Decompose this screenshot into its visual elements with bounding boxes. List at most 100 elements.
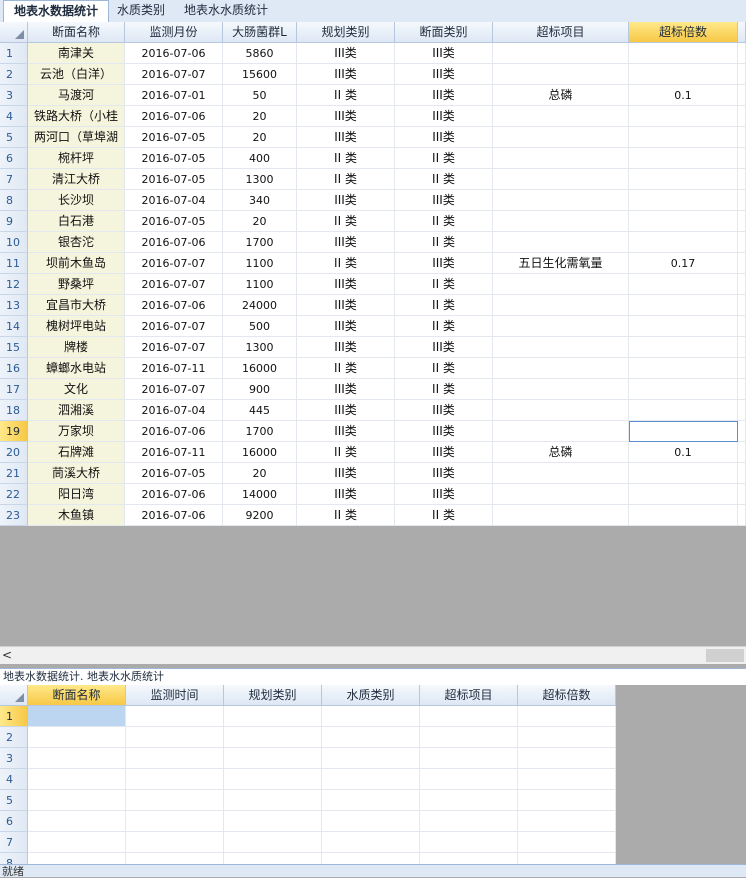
select-all-corner[interactable] — [0, 685, 28, 706]
row-number[interactable]: 21 — [0, 463, 28, 484]
table-cell[interactable] — [493, 232, 629, 253]
table-cell[interactable]: III类 — [395, 421, 493, 442]
table-cell[interactable]: III类 — [297, 316, 395, 337]
table-cell[interactable]: 20 — [223, 463, 297, 484]
table-cell[interactable] — [629, 505, 738, 526]
table-cell[interactable]: 50 — [223, 85, 297, 106]
table-cell[interactable] — [493, 505, 629, 526]
table-cell[interactable]: 2016-07-07 — [125, 379, 223, 400]
table-cell[interactable] — [493, 379, 629, 400]
tab-surface-water-stats[interactable]: 地表水数据统计 — [3, 0, 109, 22]
table-cell[interactable]: III类 — [297, 232, 395, 253]
column-header[interactable]: 水质类别 — [322, 685, 420, 706]
table-cell[interactable]: 2016-07-07 — [125, 253, 223, 274]
row-number[interactable]: 6 — [0, 811, 28, 832]
table-cell[interactable]: 宜昌市大桥 — [28, 295, 125, 316]
table-cell[interactable]: 5860 — [223, 43, 297, 64]
column-header[interactable]: 超标项目 — [420, 685, 518, 706]
table-cell[interactable]: III类 — [395, 85, 493, 106]
table-cell[interactable]: 南津关 — [28, 43, 125, 64]
row-number[interactable]: 7 — [0, 169, 28, 190]
table-cell[interactable] — [629, 169, 738, 190]
table-cell[interactable]: 16000 — [223, 358, 297, 379]
row-number[interactable]: 5 — [0, 127, 28, 148]
table-cell[interactable] — [420, 748, 518, 769]
table-cell[interactable]: II 类 — [395, 274, 493, 295]
table-cell[interactable] — [420, 811, 518, 832]
table-cell[interactable] — [493, 148, 629, 169]
table-cell[interactable] — [224, 769, 322, 790]
table-cell[interactable]: 总磷 — [493, 442, 629, 463]
table-cell[interactable]: III类 — [395, 106, 493, 127]
table-cell[interactable] — [420, 769, 518, 790]
table-cell[interactable]: II 类 — [395, 295, 493, 316]
table-cell[interactable]: 牌楼 — [28, 337, 125, 358]
table-cell[interactable]: 2016-07-07 — [125, 337, 223, 358]
table-cell[interactable]: 银杏沱 — [28, 232, 125, 253]
table-cell[interactable]: II 类 — [395, 358, 493, 379]
table-cell[interactable]: 900 — [223, 379, 297, 400]
table-cell[interactable]: III类 — [297, 106, 395, 127]
table-cell[interactable]: 总磷 — [493, 85, 629, 106]
table-cell[interactable] — [493, 421, 629, 442]
row-number[interactable]: 22 — [0, 484, 28, 505]
row-number[interactable]: 17 — [0, 379, 28, 400]
table-cell[interactable]: 清江大桥 — [28, 169, 125, 190]
table-cell[interactable]: 1300 — [223, 337, 297, 358]
row-number[interactable]: 23 — [0, 505, 28, 526]
horizontal-scrollbar[interactable]: < — [0, 646, 746, 664]
table-cell[interactable] — [28, 769, 126, 790]
table-cell[interactable] — [493, 463, 629, 484]
table-cell[interactable] — [28, 811, 126, 832]
column-header[interactable]: 超标倍数 — [518, 685, 616, 706]
column-header[interactable]: 超标项目 — [493, 22, 629, 43]
table-cell[interactable] — [518, 790, 616, 811]
row-number[interactable]: 1 — [0, 43, 28, 64]
table-cell[interactable]: 1100 — [223, 274, 297, 295]
table-cell[interactable]: 长沙坝 — [28, 190, 125, 211]
table-cell[interactable] — [126, 706, 224, 727]
table-cell[interactable] — [493, 169, 629, 190]
table-cell[interactable]: III类 — [395, 253, 493, 274]
row-number[interactable]: 15 — [0, 337, 28, 358]
table-cell[interactable]: 20 — [223, 127, 297, 148]
table-cell[interactable]: 9200 — [223, 505, 297, 526]
table-cell[interactable]: III类 — [395, 400, 493, 421]
table-cell[interactable]: 2016-07-06 — [125, 106, 223, 127]
table-cell[interactable]: 2016-07-05 — [125, 211, 223, 232]
table-cell[interactable]: 14000 — [223, 484, 297, 505]
table-cell[interactable]: 云池（白洋） — [28, 64, 125, 85]
scrollbar-thumb[interactable] — [706, 649, 744, 662]
column-header[interactable]: 超标倍数 — [629, 22, 738, 43]
table-cell[interactable]: 2016-07-06 — [125, 232, 223, 253]
table-cell[interactable]: II 类 — [395, 148, 493, 169]
row-number[interactable]: 11 — [0, 253, 28, 274]
table-cell[interactable] — [28, 727, 126, 748]
table-cell[interactable] — [126, 832, 224, 853]
table-cell[interactable] — [28, 706, 126, 727]
column-header[interactable]: 大肠菌群L — [223, 22, 297, 43]
row-number[interactable]: 4 — [0, 769, 28, 790]
table-cell[interactable]: III类 — [395, 442, 493, 463]
table-cell[interactable] — [493, 106, 629, 127]
table-cell[interactable]: 2016-07-01 — [125, 85, 223, 106]
table-cell[interactable] — [493, 190, 629, 211]
table-cell[interactable]: 2016-07-05 — [125, 127, 223, 148]
table-cell[interactable]: II 类 — [297, 253, 395, 274]
table-cell[interactable]: 椀杆坪 — [28, 148, 125, 169]
table-cell[interactable]: 20 — [223, 211, 297, 232]
table-cell[interactable] — [493, 337, 629, 358]
table-cell[interactable]: 五日生化需氧量 — [493, 253, 629, 274]
table-cell[interactable]: II 类 — [297, 148, 395, 169]
table-cell[interactable]: 2016-07-06 — [125, 484, 223, 505]
table-cell[interactable]: III类 — [395, 43, 493, 64]
table-cell[interactable] — [629, 358, 738, 379]
row-number[interactable]: 13 — [0, 295, 28, 316]
table-cell[interactable]: 1100 — [223, 253, 297, 274]
table-cell[interactable]: 2016-07-05 — [125, 148, 223, 169]
table-cell[interactable] — [629, 232, 738, 253]
table-cell[interactable]: II 类 — [395, 379, 493, 400]
table-cell[interactable] — [629, 274, 738, 295]
table-cell[interactable]: 2016-07-11 — [125, 442, 223, 463]
table-cell[interactable]: 白石港 — [28, 211, 125, 232]
